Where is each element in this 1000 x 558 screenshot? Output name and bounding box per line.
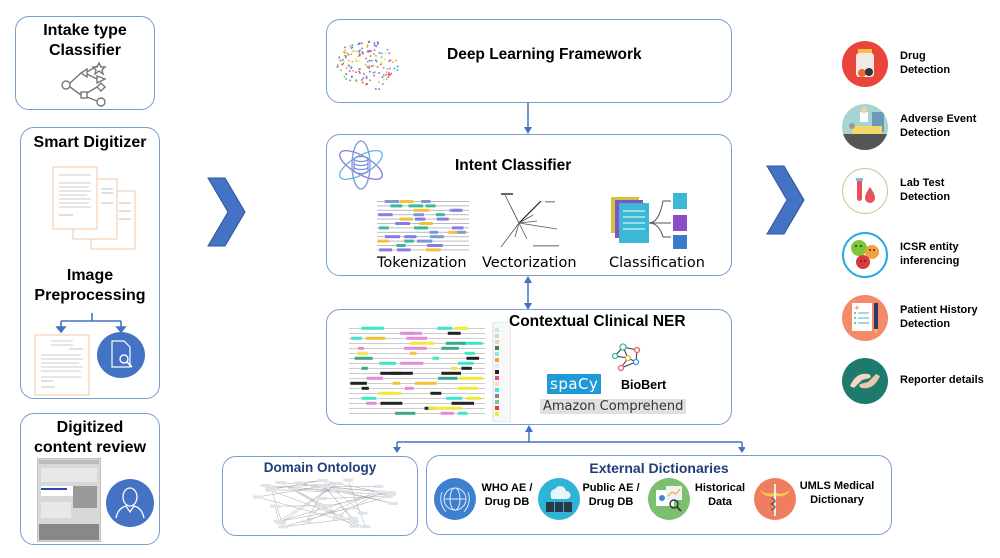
drug-line2: Detection	[900, 64, 951, 76]
dictionary-umls: UMLS Medical Dictionary	[754, 478, 884, 524]
content-review-box: Digitized content review	[20, 413, 160, 545]
blood-test-icon	[842, 168, 888, 214]
who-line1: WHO AE /	[481, 482, 533, 494]
lab-test-label: Lab Test Detection	[900, 176, 950, 204]
domain-ontology-box: Domain Ontology	[222, 456, 418, 536]
icsr-label: ICSR entity inferencing	[900, 240, 959, 268]
smart-digitizer-box: Smart Digitizer Image Preprocessing	[20, 127, 160, 399]
biobert-label: BioBert	[621, 378, 667, 392]
medical-clipboard-icon: +	[842, 295, 888, 341]
brain-icon	[336, 40, 399, 90]
document-stack-icon	[52, 166, 136, 250]
patient-line1: Patient History	[900, 304, 978, 316]
review-title-line2: content review	[33, 439, 147, 456]
patient-history-label: Patient History Detection	[900, 303, 978, 331]
image-preprocessing-title: Image Preprocessing	[21, 266, 159, 306]
intake-classifier-box: Intake type Classifier	[15, 16, 155, 110]
caduceus-icon	[754, 478, 796, 520]
dictionary-who: WHO AE / Drug DB	[434, 478, 544, 524]
who-line2: Drug DB	[484, 496, 530, 508]
dictionary-historical: Historical Data	[648, 478, 752, 524]
annotated-text-icon	[343, 322, 511, 422]
review-title-line1: Digitized	[56, 419, 124, 436]
output-adverse-event-detection: Adverse Event Detection	[842, 104, 1000, 152]
dictionary-umls-label: UMLS Medical Dictionary	[794, 479, 880, 507]
flow-chevron-right	[766, 165, 805, 235]
clinical-ner-box: Contextual Clinical NER spaCy BioBert Am…	[326, 309, 732, 425]
flow-chevron-left	[207, 177, 246, 247]
form-screenshot-icon	[37, 458, 101, 542]
adverse-line1: Adverse Event	[900, 113, 977, 125]
decision-tree-icon	[61, 61, 107, 107]
output-patient-history-detection: + Patient History Detection	[842, 295, 1000, 343]
arrow-down-connector	[524, 103, 532, 134]
document-classification-icon	[611, 193, 687, 249]
historical-line2: Data	[708, 496, 732, 508]
output-icsr-entity-inferencing: ICSR entity inferencing	[842, 232, 1000, 280]
icsr-line1: ICSR entity	[900, 241, 959, 253]
dictionary-historical-label: Historical Data	[692, 481, 748, 509]
smart-digitizer-title: Smart Digitizer	[33, 134, 147, 151]
lab-line2: Detection	[900, 191, 951, 203]
ner-title: Contextual Clinical NER	[509, 313, 686, 330]
output-reporter-details: Reporter details	[842, 358, 1000, 406]
umls-line1: UMLS Medical	[799, 480, 875, 492]
deep-learning-box: Deep Learning Framework	[326, 19, 732, 103]
preprocessing-line2: Preprocessing	[34, 287, 146, 304]
intent-classifier-box: Intent Classifier Tokenization Vectoriza…	[326, 134, 732, 276]
drug-line1: Drug	[900, 50, 926, 62]
handshake-icon	[842, 358, 888, 404]
ontology-graph-icon	[252, 478, 398, 529]
intake-title-line2: Classifier	[48, 42, 122, 59]
external-dictionaries-title: External Dictionaries	[589, 460, 729, 476]
ner-to-sources-connector	[393, 425, 745, 453]
atom-database-icon	[339, 140, 383, 190]
output-drug-detection: Drug Detection	[842, 41, 1000, 89]
hospital-bed-icon	[842, 104, 888, 150]
content-review-title: Digitized content review	[21, 418, 159, 458]
dictionary-who-label: WHO AE / Drug DB	[476, 481, 538, 509]
output-lab-test-detection: Lab Test Detection	[842, 168, 1000, 216]
intake-title-line1: Intake type	[43, 22, 127, 39]
user-icon	[106, 479, 154, 527]
drug-detection-label: Drug Detection	[900, 49, 950, 77]
bidirectional-arrow-connector	[524, 276, 532, 310]
reporter-line1: Reporter details	[900, 374, 984, 386]
deep-learning-title: Deep Learning Framework	[447, 46, 642, 63]
patient-line2: Detection	[900, 318, 951, 330]
emoji-faces-icon	[842, 232, 888, 278]
pill-bottle-icon	[842, 41, 888, 87]
dictionary-public-label: Public AE / Drug DB	[578, 481, 644, 509]
domain-ontology-title: Domain Ontology	[263, 460, 377, 475]
intent-classifier-title: Intent Classifier	[455, 157, 572, 174]
tokenized-text-icon	[377, 200, 469, 252]
document-search-icon	[97, 332, 145, 378]
adverse-event-label: Adverse Event Detection	[900, 112, 976, 140]
step-tokenization-label: Tokenization	[377, 255, 467, 271]
cloud-server-icon	[538, 478, 580, 520]
reporter-label: Reporter details	[900, 373, 984, 387]
preprocessing-line1: Image	[66, 267, 114, 284]
step-vectorization-label: Vectorization	[482, 255, 577, 271]
dictionary-public: Public AE / Drug DB	[538, 478, 648, 524]
un-globe-icon	[434, 478, 476, 520]
umls-line2: Dictionary	[810, 494, 864, 506]
document-icon	[34, 334, 90, 396]
svg-text:+: +	[854, 304, 860, 312]
network-icon	[611, 343, 641, 372]
historical-line1: Historical	[694, 482, 746, 494]
icsr-line2: inferencing	[900, 255, 960, 267]
charts-magnifier-icon	[648, 478, 690, 520]
vector-space-icon	[500, 193, 559, 248]
public-line2: Drug DB	[588, 496, 634, 508]
adverse-line2: Detection	[900, 127, 951, 139]
spacy-logo: spaCy	[547, 374, 602, 394]
intake-classifier-title: Intake type Classifier	[16, 21, 154, 61]
lab-line1: Lab Test	[900, 177, 945, 189]
public-line1: Public AE /	[582, 482, 640, 494]
amazon-comprehend-label: Amazon Comprehend	[540, 399, 687, 414]
step-classification-label: Classification	[609, 255, 705, 271]
